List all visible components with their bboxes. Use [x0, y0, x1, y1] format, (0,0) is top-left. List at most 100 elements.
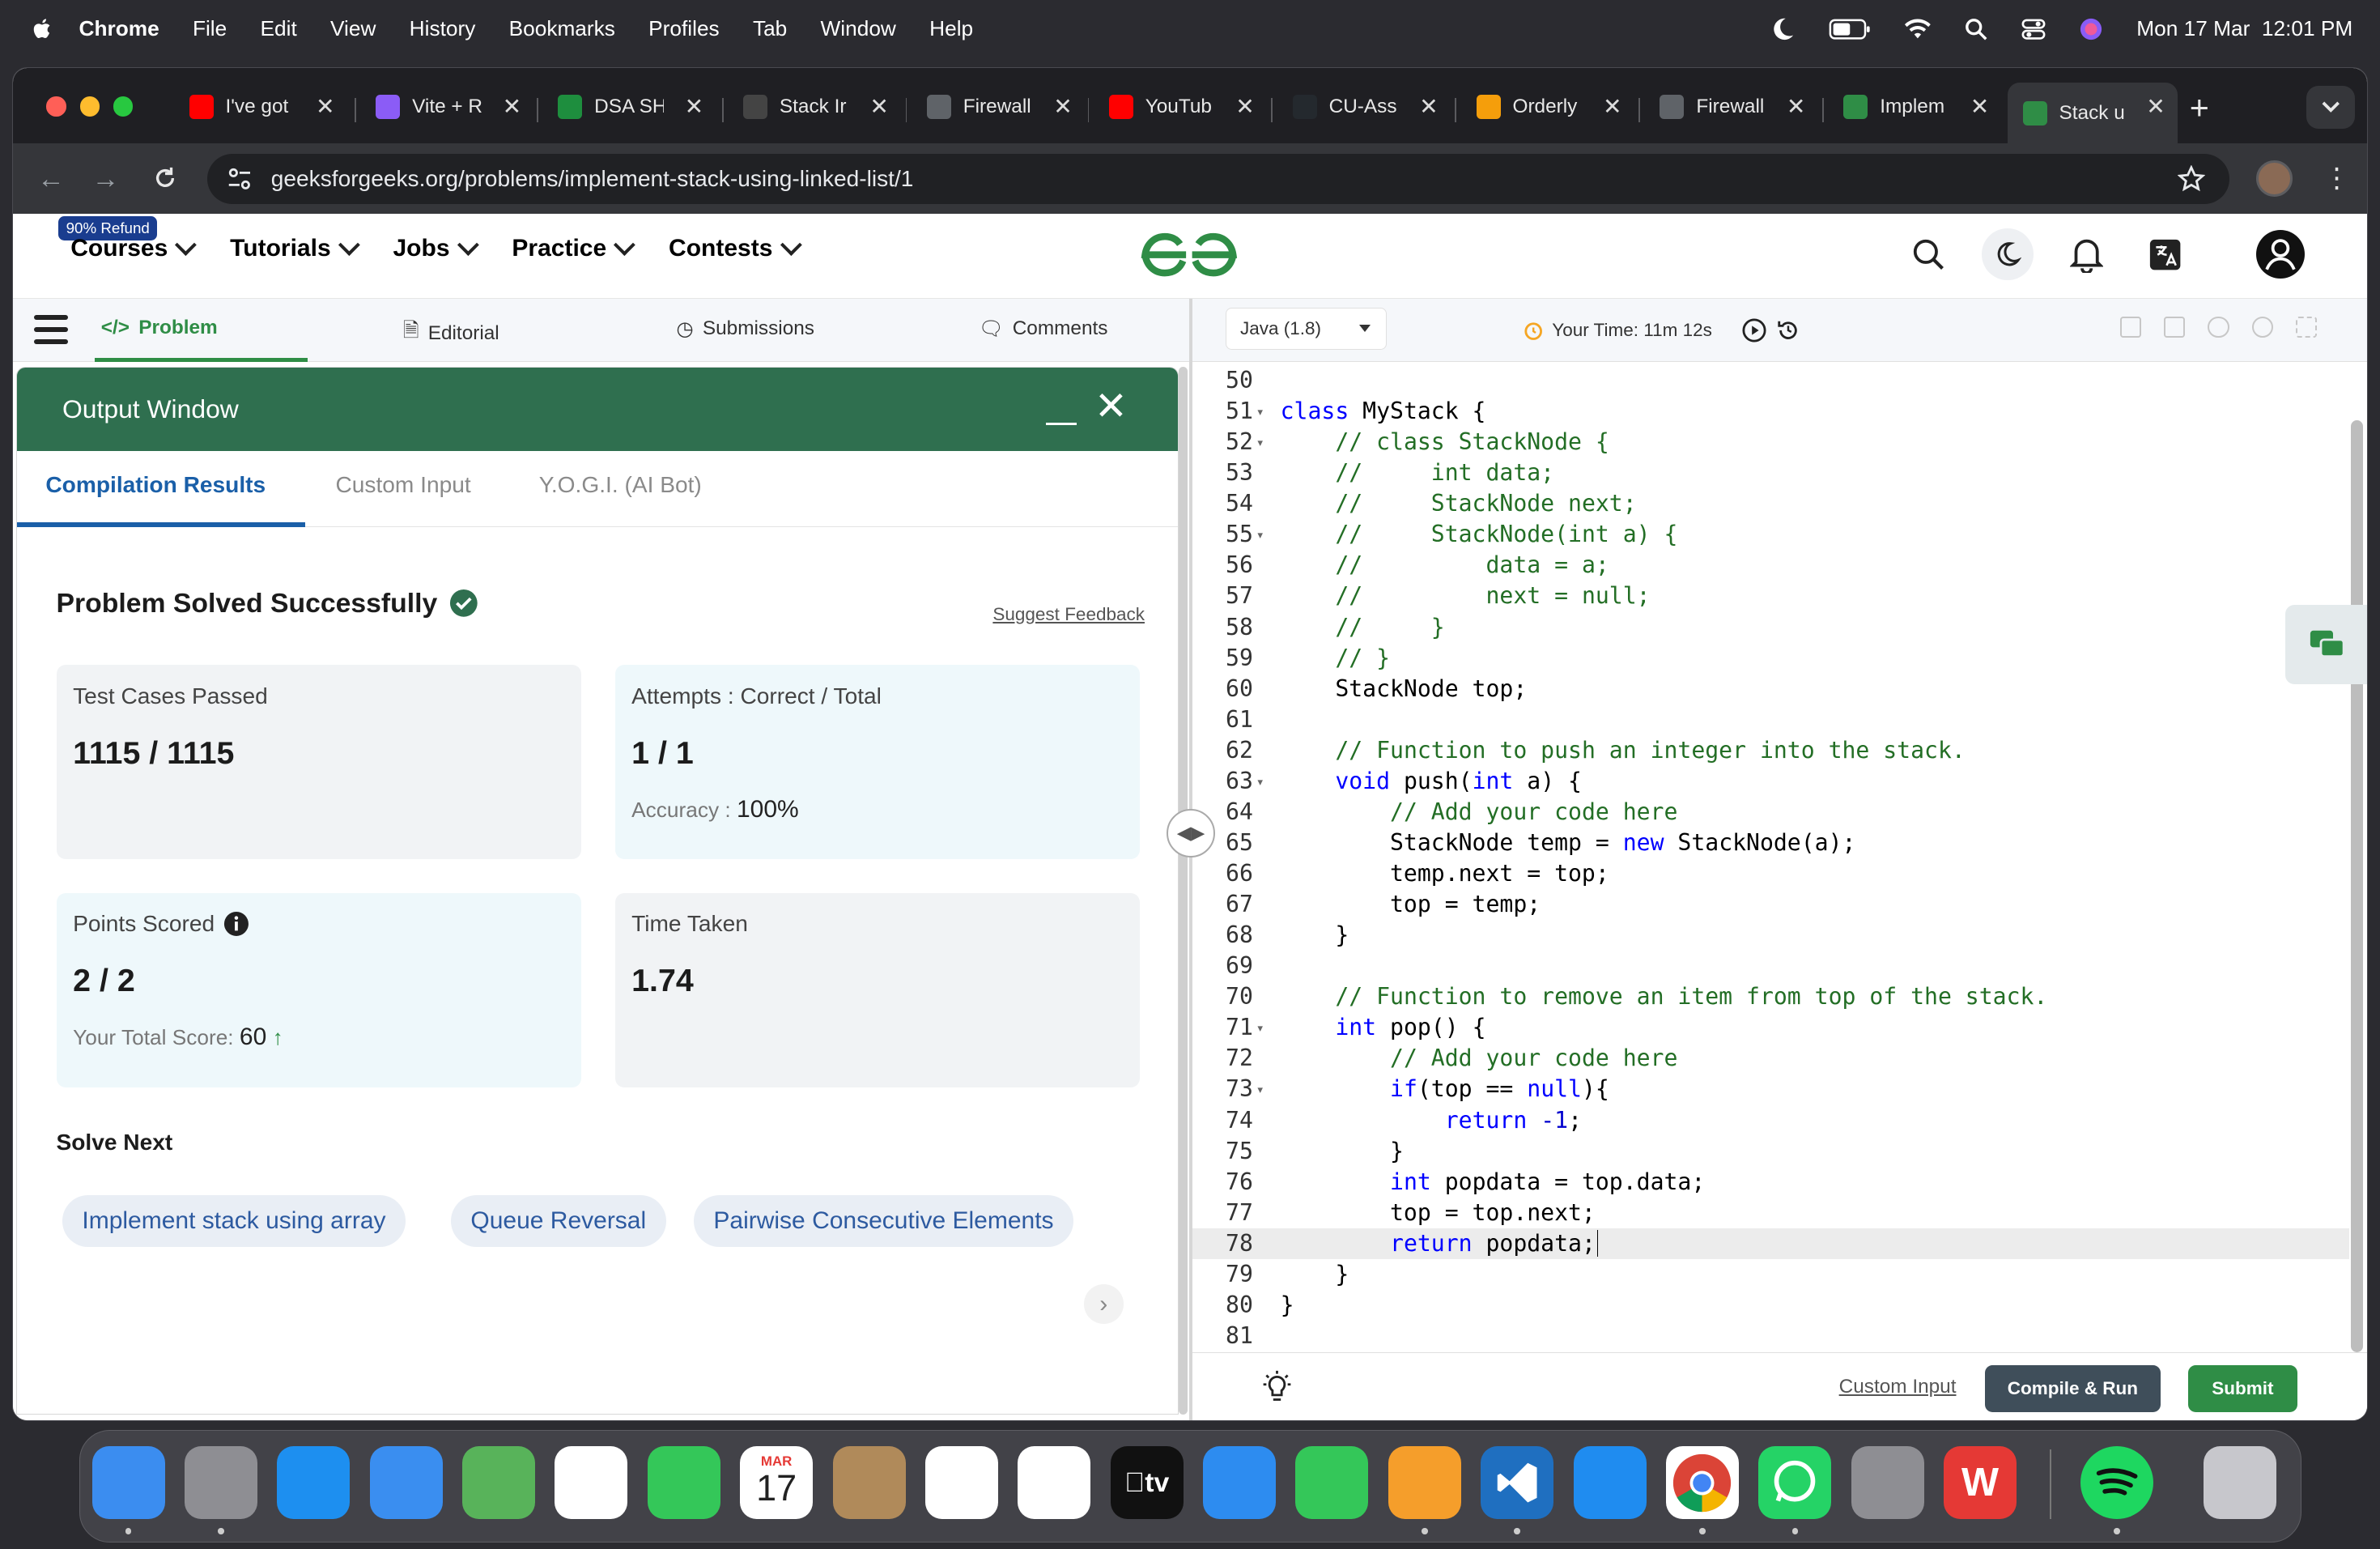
tab-submissions[interactable]: ◷ Submissions	[676, 317, 814, 341]
launchpad-app-icon[interactable]	[184, 1446, 257, 1519]
code-line[interactable]: 71 ▾ int pop() {	[1192, 1012, 2349, 1043]
code-line[interactable]: 70 // Function to remove an item from to…	[1192, 981, 2349, 1012]
browser-tab[interactable]: Vite + R ✕	[360, 83, 533, 131]
menu-file[interactable]: File	[193, 16, 227, 41]
browser-tab[interactable]: Firewall ✕	[1645, 83, 1818, 131]
freeform-app-icon[interactable]	[1018, 1446, 1091, 1519]
pages-app-icon[interactable]	[1388, 1446, 1461, 1519]
battery-icon[interactable]	[1829, 19, 1872, 40]
wps-office-app-icon[interactable]: W	[1944, 1446, 2017, 1519]
minimize-output-button[interactable]	[1046, 395, 1077, 426]
contacts-app-icon[interactable]	[832, 1446, 906, 1519]
code-line[interactable]: 57 // next = null;	[1192, 581, 2349, 611]
zoom-window-button[interactable]	[113, 96, 134, 117]
maps-app-icon[interactable]	[462, 1446, 535, 1519]
new-tab-button[interactable]: +	[2190, 89, 2209, 127]
tab-search-button[interactable]	[2306, 86, 2355, 129]
code-line[interactable]: 66 temp.next = top;	[1192, 858, 2349, 889]
language-button[interactable]	[2140, 228, 2191, 280]
tab-yogi-ai-bot[interactable]: Y.O.G.I. (AI Bot)	[539, 472, 702, 498]
tab-problem[interactable]: </> Problem	[101, 317, 218, 339]
fold-arrow-icon[interactable]: ▾	[1256, 427, 1264, 457]
fullscreen-icon[interactable]	[2296, 317, 2318, 338]
resize-handle-icon[interactable]: ◀▶	[1167, 808, 1215, 857]
close-tab-icon[interactable]: ✕	[1603, 93, 1622, 120]
code-line[interactable]: 51 ▾ class MyStack {	[1192, 396, 2349, 427]
code-line[interactable]: 73 ▾ if(top == null){	[1192, 1074, 2349, 1104]
close-tab-icon[interactable]: ✕	[1419, 93, 1439, 120]
vscode-app-icon[interactable]	[1481, 1446, 1554, 1519]
browser-tab[interactable]: Stack Ir ✕	[728, 83, 901, 131]
browser-tab[interactable]: CU-Ass ✕	[1277, 83, 1451, 131]
system-settings-app-icon[interactable]	[1851, 1446, 1924, 1519]
calendar-app-icon[interactable]: MAR 17	[740, 1446, 814, 1519]
search-button[interactable]	[1902, 228, 1954, 280]
menu-window[interactable]: Window	[821, 16, 896, 41]
code-line[interactable]: 81	[1192, 1321, 2349, 1351]
profile-avatar[interactable]	[2256, 160, 2293, 197]
nav-jobs[interactable]: Jobs	[393, 233, 479, 262]
notifications-button[interactable]	[2060, 228, 2112, 280]
code-editor[interactable]: 50 51 ▾ class MyStack {52 ▾ // class StackNo…	[1192, 362, 2349, 1352]
floating-chat-button[interactable]	[2284, 605, 2368, 684]
suggest-feedback-link[interactable]: Suggest Feedback	[992, 604, 1145, 625]
browser-tab[interactable]: Stack u ✕	[2007, 83, 2178, 144]
facetime-app-icon[interactable]	[647, 1446, 720, 1519]
browser-tab[interactable]: I've got ✕	[174, 83, 347, 131]
code-line[interactable]: 65 StackNode temp = new StackNode(a);	[1192, 828, 2349, 858]
fold-arrow-icon[interactable]: ▾	[1256, 1074, 1264, 1104]
code-line[interactable]: 77 top = top.next;	[1192, 1198, 2349, 1228]
tab-comments[interactable]: 🗨 Comments	[979, 317, 1108, 341]
siri-icon[interactable]	[2079, 17, 2103, 41]
close-tab-icon[interactable]: ✕	[1235, 93, 1255, 120]
close-tab-icon[interactable]: ✕	[316, 93, 335, 120]
editor-scrollbar[interactable]	[2350, 419, 2363, 1352]
code-line[interactable]: 67 top = temp;	[1192, 889, 2349, 920]
menubar-datetime[interactable]: Mon 17 Mar 12:01 PM	[2136, 16, 2352, 41]
numbers-app-icon[interactable]	[1295, 1446, 1369, 1519]
browser-tab[interactable]: Firewall ✕	[912, 83, 1085, 131]
tab-custom-input[interactable]: Custom Input	[336, 472, 471, 498]
settings-icon[interactable]	[2208, 317, 2229, 338]
code-line[interactable]: 58 // }	[1192, 612, 2349, 643]
moon-icon[interactable]	[1770, 17, 1795, 41]
code-line[interactable]: 53 // int data;	[1192, 457, 2349, 488]
browser-tab[interactable]: Implem ✕	[1829, 83, 2002, 131]
code-line[interactable]: 79 }	[1192, 1259, 2349, 1290]
mail-app-icon[interactable]	[369, 1446, 443, 1519]
close-tab-icon[interactable]: ✕	[503, 93, 522, 120]
code-line[interactable]: 74 return -1;	[1192, 1105, 2349, 1136]
tab-compilation-results[interactable]: Compilation Results	[45, 472, 266, 498]
spotlight-search-icon[interactable]	[1965, 18, 1987, 40]
reminders-app-icon[interactable]	[924, 1446, 998, 1519]
browser-tab[interactable]: DSA SH ✕	[542, 83, 716, 131]
play-circle-icon[interactable]	[1742, 318, 1766, 343]
code-line[interactable]: 68 }	[1192, 920, 2349, 951]
close-tab-icon[interactable]: ✕	[1053, 93, 1073, 120]
wifi-icon[interactable]	[1904, 19, 1932, 40]
code-line[interactable]: 59 // }	[1192, 643, 2349, 674]
browser-tab[interactable]: Orderly ✕	[1461, 83, 1634, 131]
code-line[interactable]: 76 int popdata = top.data;	[1192, 1167, 2349, 1198]
chrome-menu-button[interactable]: ⋮	[2323, 162, 2351, 194]
code-line[interactable]: 63 ▾ void push(int a) {	[1192, 766, 2349, 797]
site-settings-icon[interactable]	[226, 165, 253, 193]
gfg-logo[interactable]	[1139, 226, 1239, 283]
control-center-icon[interactable]	[2021, 19, 2046, 40]
chrome-app-icon[interactable]	[1665, 1446, 1739, 1519]
info-icon[interactable]	[223, 911, 249, 937]
code-line[interactable]: 50	[1192, 365, 2349, 396]
bookmark-star-icon[interactable]	[2177, 164, 2205, 193]
finder-app-icon[interactable]	[91, 1446, 165, 1519]
language-select[interactable]: Java (1.8)	[1226, 307, 1387, 351]
code-line[interactable]: 52 ▾ // class StackNode {	[1192, 427, 2349, 457]
suggestion-chip[interactable]: Implement stack using array	[62, 1194, 406, 1247]
menu-bookmarks[interactable]: Bookmarks	[509, 16, 615, 41]
safari-app-icon[interactable]	[277, 1446, 351, 1519]
close-tab-icon[interactable]: ✕	[1787, 93, 1806, 120]
menu-edit[interactable]: Edit	[261, 16, 297, 41]
code-line[interactable]: 56 // data = a;	[1192, 550, 2349, 581]
close-tab-icon[interactable]: ✕	[685, 93, 704, 120]
copy-icon[interactable]	[2119, 317, 2141, 338]
tab-editorial[interactable]: 🗎 Editorial	[403, 317, 499, 350]
